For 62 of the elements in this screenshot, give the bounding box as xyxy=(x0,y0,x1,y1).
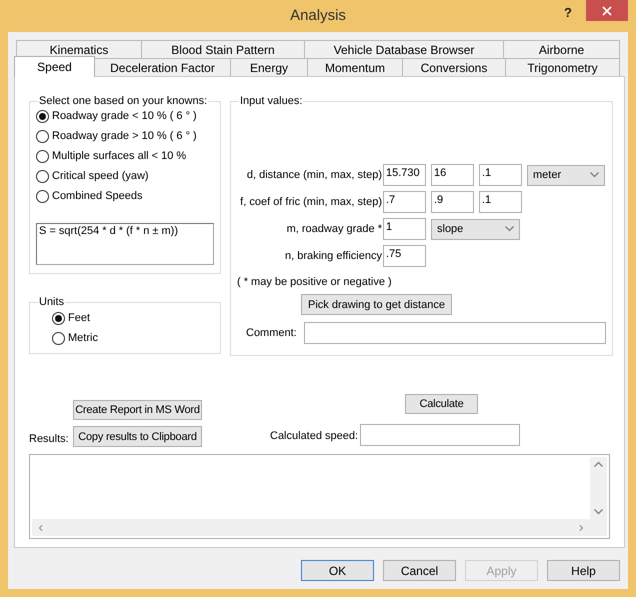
input-field[interactable]: .1 xyxy=(479,191,522,213)
calculate-button[interactable]: Calculate xyxy=(405,394,478,414)
radio-button[interactable] xyxy=(36,150,49,162)
horizontal-scrollbar[interactable] xyxy=(32,519,590,536)
field-label: d, distance (min, max, step) xyxy=(246,169,382,181)
chevron-down-icon xyxy=(594,509,603,515)
tab[interactable]: Speed xyxy=(14,56,95,77)
chevron-down-icon xyxy=(590,172,599,178)
pick-drawing-button[interactable]: Pick drawing to get distance xyxy=(301,294,452,315)
formula-box: S = sqrt(254 * d * (f * n ± m)) xyxy=(36,223,214,265)
speed-field[interactable] xyxy=(360,424,520,446)
close-icon xyxy=(602,6,612,16)
radio-button[interactable] xyxy=(52,312,65,324)
radio-label[interactable]: Feet xyxy=(68,312,90,324)
speed-label: Calculated speed: xyxy=(270,430,360,442)
input-field[interactable]: .7 xyxy=(383,191,426,213)
dropdown[interactable]: meter xyxy=(527,164,605,186)
chevron-up-icon xyxy=(594,461,603,467)
window-title: Analysis xyxy=(290,6,346,26)
group-title: Input values: xyxy=(239,95,304,107)
radio-label[interactable]: Multiple surfaces all < 10 % xyxy=(52,150,186,162)
radio-label[interactable]: Critical speed (yaw) xyxy=(52,170,149,182)
input-field[interactable]: .1 xyxy=(479,164,522,186)
dialog-button[interactable]: OK xyxy=(301,560,374,581)
copy-button[interactable]: Copy results to Clipboard xyxy=(73,426,202,447)
radio-button[interactable] xyxy=(36,190,49,202)
radio-label[interactable]: Roadway grade < 10 % ( 6 ° ) xyxy=(52,110,197,122)
input-field[interactable]: .9 xyxy=(431,191,474,213)
tab[interactable]: Energy xyxy=(230,58,308,76)
results-label: Results: xyxy=(29,432,70,444)
comment-label: Comment: xyxy=(246,327,297,339)
radio-button[interactable] xyxy=(36,130,49,142)
input-field[interactable]: .75 xyxy=(383,245,426,267)
vertical-scrollbar[interactable] xyxy=(590,457,607,519)
dialog-button[interactable]: Cancel xyxy=(383,560,456,581)
radio-button[interactable] xyxy=(36,170,49,182)
field-label: n, braking efficiency xyxy=(284,250,382,262)
radio-button[interactable] xyxy=(52,332,65,344)
comment-field[interactable] xyxy=(304,322,606,344)
tab[interactable]: Trigonometry xyxy=(505,58,620,76)
tab[interactable]: Airborne xyxy=(503,40,620,58)
note-text: ( * may be positive or negative ) xyxy=(237,276,393,288)
dialog-button[interactable]: Help xyxy=(547,560,620,581)
group-title: Units xyxy=(38,296,66,308)
input-field[interactable]: 1 xyxy=(383,218,426,240)
radio-label[interactable]: Roadway grade > 10 % ( 6 ° ) xyxy=(52,130,197,142)
chevron-right-icon xyxy=(577,524,586,530)
dropdown[interactable]: slope xyxy=(431,218,520,240)
input-field[interactable]: 15.730 xyxy=(383,164,426,186)
group-title: Select one based on your knowns: xyxy=(38,95,208,107)
help-button[interactable]: ? xyxy=(564,5,572,20)
close-button[interactable] xyxy=(586,0,628,21)
chevron-down-icon xyxy=(505,226,514,232)
chevron-left-icon xyxy=(36,524,45,530)
field-label: f, coef of fric (min, max, step) xyxy=(239,196,382,208)
radio-label[interactable]: Combined Speeds xyxy=(52,190,143,202)
report-button[interactable]: Create Report in MS Word xyxy=(73,400,202,420)
radio-button[interactable] xyxy=(36,110,49,122)
field-label: m, roadway grade * xyxy=(286,223,382,235)
input-field[interactable]: 16 xyxy=(431,164,474,186)
radio-label[interactable]: Metric xyxy=(68,332,98,344)
tab[interactable]: Kinematics xyxy=(16,40,142,58)
